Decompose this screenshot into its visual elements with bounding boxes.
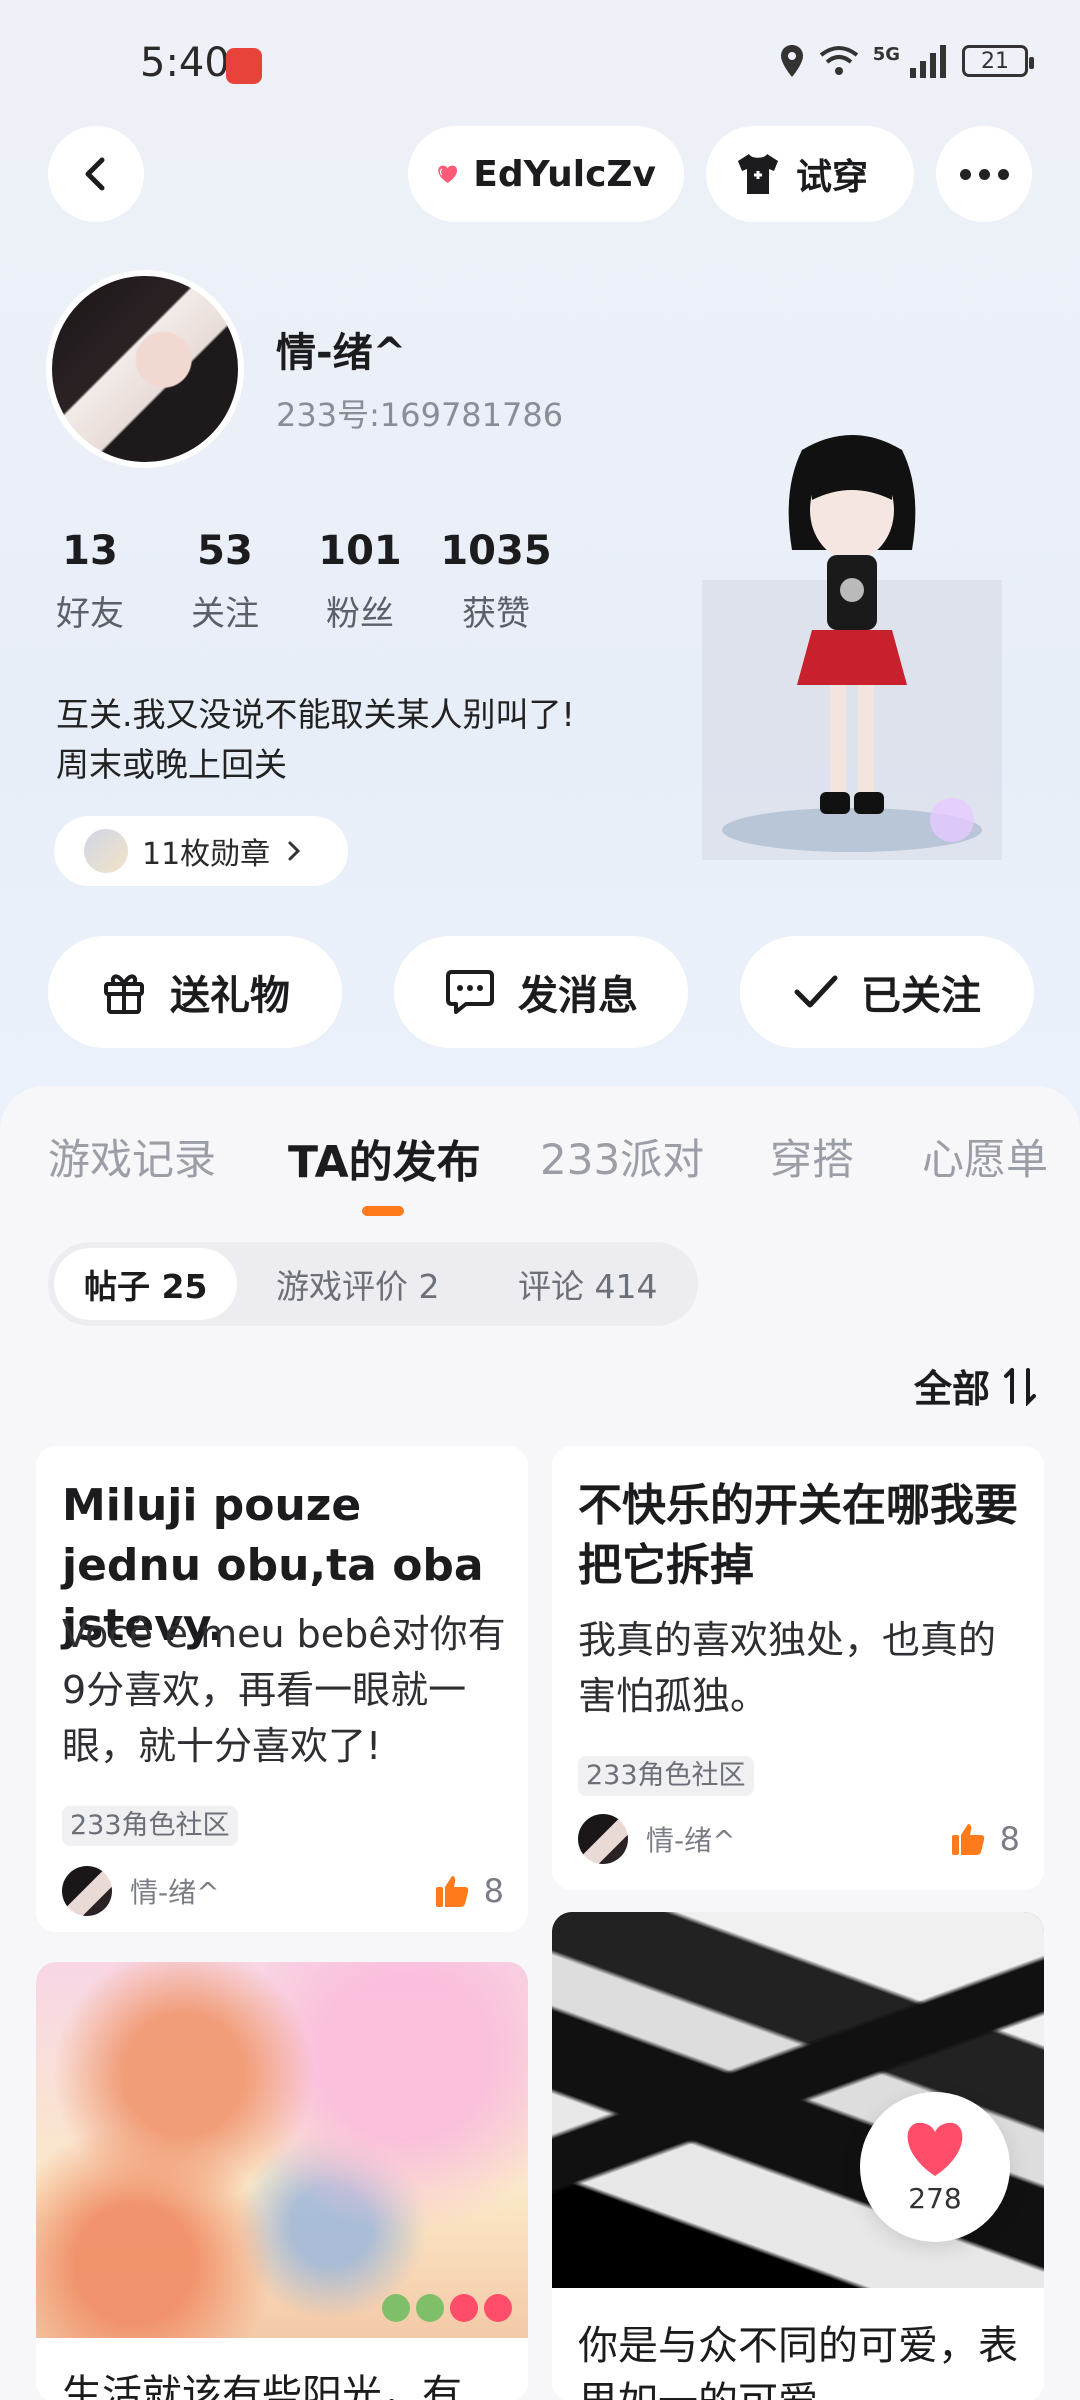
thumbs-up-icon [435, 1876, 468, 1907]
badges-button[interactable]: 11枚勋章 [54, 816, 348, 886]
location-icon [780, 45, 803, 77]
status-bar: 5:40 5G 21 [0, 0, 1080, 110]
post-likes[interactable]: 8 [950, 1820, 1020, 1858]
more-dots-icon [959, 168, 971, 180]
likes-count: 8 [483, 1872, 504, 1910]
subtab-comments[interactable]: 评论 414 [518, 1242, 657, 1326]
more-options-button[interactable] [936, 126, 1032, 222]
badge-icon [84, 829, 128, 873]
post-body: 我真的喜欢独处，也真的害怕孤独。 [578, 1618, 997, 1718]
profile-tabs: 游戏记录 TA的发布 233派对 穿搭 心愿单 [0, 1126, 1080, 1206]
try-on-button[interactable]: 试穿 [706, 126, 914, 222]
badges-count: 11枚勋章 [142, 837, 271, 872]
send-message-button[interactable]: 发消息 [394, 936, 688, 1048]
avatar-3d-figure[interactable] [702, 430, 1002, 860]
try-on-label: 试穿 [796, 157, 869, 198]
stat-followers[interactable]: 101 粉丝 [290, 528, 430, 635]
network-type: 5G [872, 43, 900, 65]
post-image [36, 1962, 528, 2338]
author-avatar [62, 1866, 112, 1916]
status-icons: 5G 21 [779, 43, 1034, 78]
battery-indicator: 21 [962, 45, 1034, 77]
tshirt-icon [738, 154, 778, 194]
stat-friends[interactable]: 13 好友 [20, 528, 160, 635]
bio-line-1: 互关.我又没说不能取关某人别叫了! [56, 695, 575, 734]
signal-icon [910, 45, 946, 78]
stat-following[interactable]: 53 关注 [155, 528, 295, 635]
post-title: 不快乐的开关在哪我要把它拆掉 [578, 1480, 1018, 1591]
post-filter-tabs: 帖子 25 游戏评价 2 评论 414 [48, 1242, 698, 1326]
chevron-left-icon [85, 157, 105, 191]
tab-game-records[interactable]: 游戏记录 [48, 1126, 216, 1187]
profile-nickname: 情-绪^ [276, 330, 407, 376]
post-author[interactable]: 情-绪^ [578, 1814, 736, 1864]
floating-like-count: 278 [908, 2181, 962, 2215]
tab-wishlist[interactable]: 心愿单 [922, 1126, 1048, 1187]
chat-bubble-icon [446, 970, 494, 1014]
app-notification-icon [226, 48, 262, 84]
followed-label: 已关注 [861, 973, 981, 1019]
post-author[interactable]: 情-绪^ [62, 1866, 220, 1916]
profile-avatar[interactable] [46, 270, 244, 468]
followed-button[interactable]: 已关注 [740, 936, 1034, 1048]
heart-icon [907, 2122, 963, 2176]
author-name: 情-绪^ [646, 1824, 736, 1857]
post-tag[interactable]: 233角色社区 [578, 1756, 754, 1796]
heart-icon [438, 165, 458, 183]
tab-outfits[interactable]: 穿搭 [770, 1126, 854, 1187]
post-body: Você é meu bebê对你有9分喜欢，再看一眼就一眼，就十分喜欢了! [62, 1612, 506, 1768]
post-card[interactable]: Miluji pouze jednu obu,ta oba jstevy. Vo… [36, 1446, 528, 1932]
heart-user-pill[interactable]: EdYulcZv [408, 126, 684, 222]
subtab-game-reviews[interactable]: 游戏评价 2 [276, 1242, 440, 1326]
checkmark-icon [794, 975, 838, 1008]
post-tag[interactable]: 233角色社区 [62, 1806, 238, 1846]
send-message-label: 发消息 [518, 973, 638, 1019]
post-card[interactable]: 不快乐的开关在哪我要把它拆掉 我真的喜欢独处，也真的害怕孤独。 233角色社区 … [552, 1446, 1044, 1890]
floating-like-button[interactable]: 278 [860, 2092, 1010, 2242]
gift-icon [104, 974, 144, 1014]
stat-likes[interactable]: 1035 获赞 [426, 528, 566, 635]
wifi-icon [819, 46, 858, 75]
post-title: 你是与众不同的可爱，表里如一的可爱 [578, 2323, 1018, 2400]
post-title: 生活就该有些阳光，有 [62, 2372, 462, 2400]
status-time: 5:40 [140, 40, 230, 86]
post-likes[interactable]: 8 [434, 1872, 504, 1910]
likes-count: 8 [999, 1820, 1020, 1858]
author-name: 情-绪^ [130, 1876, 220, 1909]
profile-bio: 互关.我又没说不能取关某人别叫了! 周末或晚上回关 [56, 690, 575, 790]
subtab-posts[interactable]: 帖子 25 [54, 1248, 238, 1320]
tab-party[interactable]: 233派对 [540, 1126, 704, 1187]
bio-line-2: 周末或晚上回关 [56, 745, 287, 784]
author-avatar [578, 1814, 628, 1864]
heart-user-name: EdYulcZv [473, 153, 656, 195]
send-gift-button[interactable]: 送礼物 [48, 936, 342, 1048]
back-button[interactable] [48, 126, 144, 222]
send-gift-label: 送礼物 [170, 973, 290, 1019]
chevron-right-icon [288, 841, 301, 861]
sort-button[interactable]: 全部 [914, 1358, 1040, 1413]
post-card[interactable]: 生活就该有些阳光，有 [36, 1962, 528, 2400]
sort-icon [1004, 1367, 1036, 1406]
active-tab-indicator [362, 1206, 404, 1216]
thumbs-up-icon [951, 1824, 984, 1855]
sort-label: 全部 [913, 1367, 990, 1411]
profile-user-id: 233号:169781786 [276, 396, 564, 434]
tab-posts[interactable]: TA的发布 [288, 1126, 481, 1190]
